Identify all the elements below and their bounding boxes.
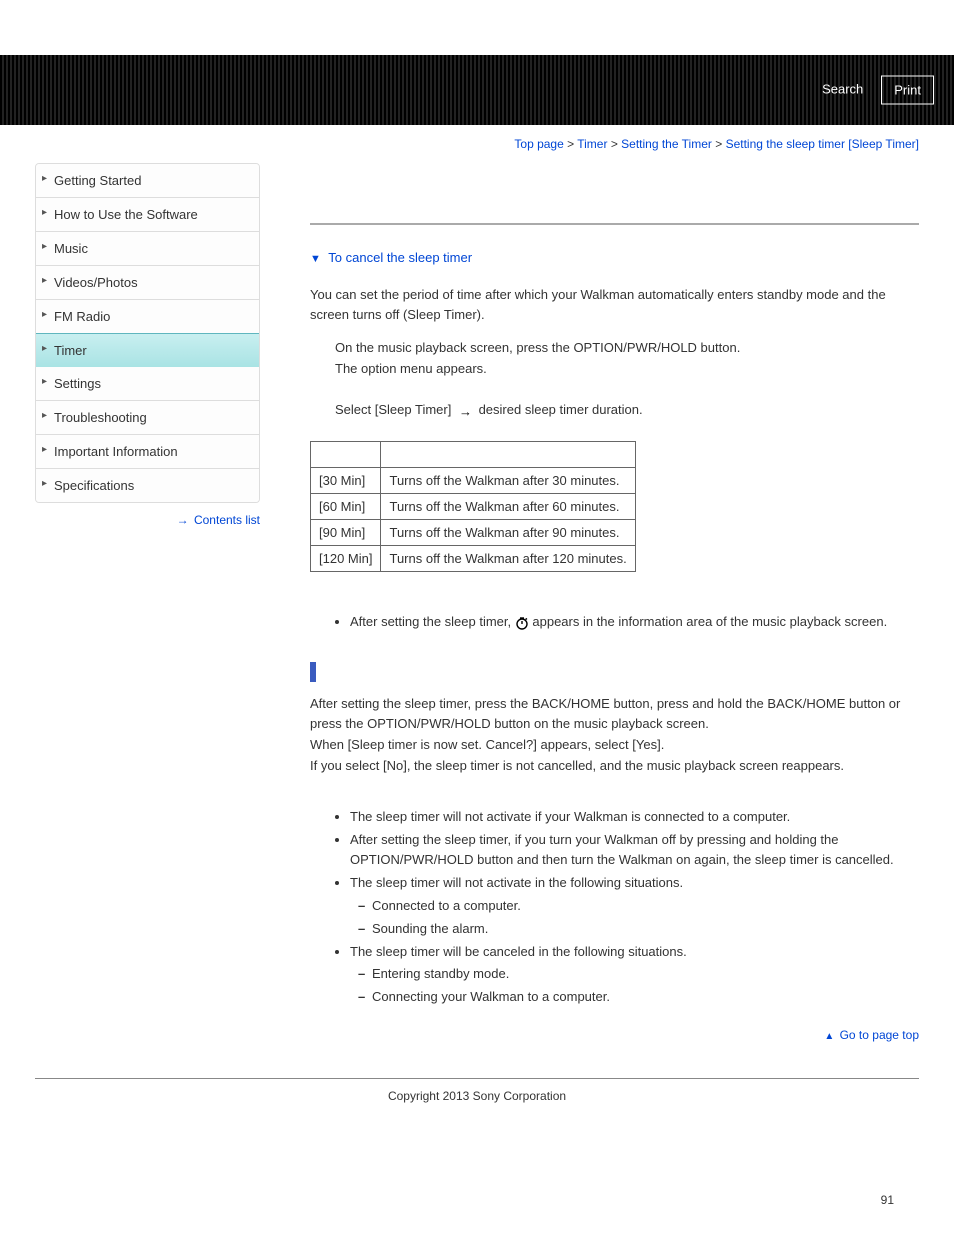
go-to-page-top-link[interactable]: Go to page top — [840, 1028, 919, 1042]
cell-desc: Turns off the Walkman after 30 minutes. — [381, 468, 635, 494]
sidebar-item-getting-started[interactable]: Getting Started — [36, 164, 259, 198]
step-1-line1: On the music playback screen, press the … — [335, 338, 919, 359]
note-n3: The sleep timer will not activate in the… — [350, 875, 683, 890]
steps: On the music playback screen, press the … — [335, 338, 919, 421]
jump-link-row: ▼ To cancel the sleep timer — [310, 250, 919, 265]
triangle-up-icon: ▲ — [824, 1031, 834, 1042]
table-header-row — [311, 442, 636, 468]
hint-pre: After setting the sleep timer, — [350, 614, 515, 629]
title-rule — [310, 223, 919, 225]
sleep-timer-table: [30 Min] Turns off the Walkman after 30 … — [310, 441, 636, 572]
print-button[interactable]: Print — [881, 76, 934, 105]
arrow-right-icon: → — [177, 513, 189, 527]
sidebar: Getting Started How to Use the Software … — [35, 163, 280, 1072]
note-subitem: Entering standby mode. — [358, 964, 919, 985]
hint-post: appears in the information area of the m… — [532, 614, 887, 629]
cell-label: [90 Min] — [311, 520, 381, 546]
contents-list-link[interactable]: Contents list — [194, 513, 260, 527]
note-list: The sleep timer will not activate if you… — [350, 807, 919, 1008]
note-item: After setting the sleep timer, if you tu… — [350, 830, 919, 872]
cancel-p2: When [Sleep timer is now set. Cancel?] a… — [310, 735, 919, 756]
step-2-pre: Select [Sleep Timer] — [335, 402, 451, 417]
sidebar-item-fm-radio[interactable]: FM Radio — [36, 300, 259, 334]
hint-item: After setting the sleep timer, appears i… — [350, 612, 919, 632]
intro-text: You can set the period of time after whi… — [310, 285, 919, 324]
cell-label: [30 Min] — [311, 468, 381, 494]
table-row: [60 Min] Turns off the Walkman after 60 … — [311, 494, 636, 520]
hint-list: After setting the sleep timer, appears i… — [350, 612, 919, 632]
breadcrumb-top[interactable]: Top page — [514, 137, 563, 151]
step-2-post: desired sleep timer duration. — [479, 402, 643, 417]
cell-label: [120 Min] — [311, 546, 381, 572]
breadcrumb-current[interactable]: Setting the sleep timer [Sleep Timer] — [726, 137, 919, 151]
note-sublist: Connected to a computer. Sounding the al… — [358, 896, 919, 940]
cell-label: [60 Min] — [311, 494, 381, 520]
copyright-text: Copyright 2013 Sony Corporation — [0, 1079, 954, 1133]
sidebar-item-timer[interactable]: Timer — [35, 333, 260, 368]
page-number: 91 — [0, 1133, 954, 1227]
sidebar-nav: Getting Started How to Use the Software … — [35, 163, 260, 503]
note-item: The sleep timer will not activate if you… — [350, 807, 919, 828]
sidebar-item-specifications[interactable]: Specifications — [36, 469, 259, 502]
right-arrow-icon — [459, 406, 471, 416]
table-row: [30 Min] Turns off the Walkman after 30 … — [311, 468, 636, 494]
note-sublist: Entering standby mode. Connecting your W… — [358, 964, 919, 1008]
sidebar-item-troubleshooting[interactable]: Troubleshooting — [36, 401, 259, 435]
cell-desc: Turns off the Walkman after 60 minutes. — [381, 494, 635, 520]
note-subitem: Connecting your Walkman to a computer. — [358, 987, 919, 1008]
sleep-timer-icon — [515, 616, 529, 630]
main-content: ▼ To cancel the sleep timer You can set … — [280, 163, 919, 1072]
note-n4: The sleep timer will be canceled in the … — [350, 944, 687, 959]
sidebar-item-how-to-use[interactable]: How to Use the Software — [36, 198, 259, 232]
cell-desc: Turns off the Walkman after 90 minutes. — [381, 520, 635, 546]
step-1-line2: The option menu appears. — [335, 359, 919, 380]
section-indicator-bar — [310, 662, 316, 682]
sidebar-item-settings[interactable]: Settings — [36, 367, 259, 401]
cancel-p1: After setting the sleep timer, press the… — [310, 694, 919, 736]
step-2: Select [Sleep Timer] desired sleep timer… — [335, 400, 919, 421]
cell-desc: Turns off the Walkman after 120 minutes. — [381, 546, 635, 572]
breadcrumb: Top page > Timer > Setting the Timer > S… — [0, 125, 954, 163]
jump-cancel-sleep-timer[interactable]: To cancel the sleep timer — [328, 250, 472, 265]
table-row: [90 Min] Turns off the Walkman after 90 … — [311, 520, 636, 546]
breadcrumb-setting-timer[interactable]: Setting the Timer — [621, 137, 712, 151]
sidebar-item-music[interactable]: Music — [36, 232, 259, 266]
cancel-sleep-timer-section: After setting the sleep timer, press the… — [310, 694, 919, 777]
sidebar-item-videos-photos[interactable]: Videos/Photos — [36, 266, 259, 300]
sidebar-item-important-info[interactable]: Important Information — [36, 435, 259, 469]
note-subitem: Sounding the alarm. — [358, 919, 919, 940]
go-to-page-top-wrap: ▲ Go to page top — [310, 1028, 919, 1042]
cancel-p3: If you select [No], the sleep timer is n… — [310, 756, 919, 777]
search-button[interactable]: Search — [812, 76, 873, 105]
triangle-down-icon: ▼ — [310, 253, 321, 265]
header-buttons: Search Print — [812, 76, 934, 105]
note-item: The sleep timer will not activate in the… — [350, 873, 919, 939]
note-subitem: Connected to a computer. — [358, 896, 919, 917]
breadcrumb-timer[interactable]: Timer — [577, 137, 607, 151]
table-row: [120 Min] Turns off the Walkman after 12… — [311, 546, 636, 572]
note-item: The sleep timer will be canceled in the … — [350, 942, 919, 1008]
header-band: Search Print — [0, 55, 954, 125]
contents-list-link-wrap: → Contents list — [35, 513, 260, 527]
